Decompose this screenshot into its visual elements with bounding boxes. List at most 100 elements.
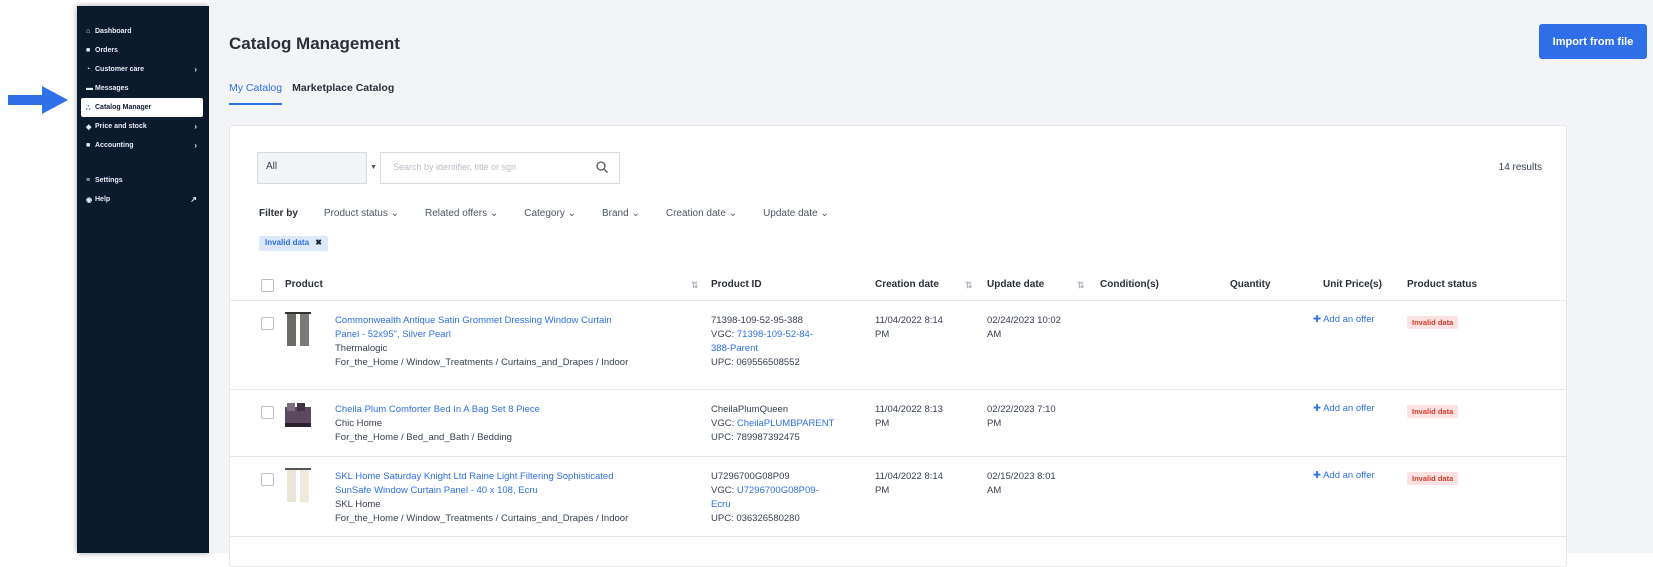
add-offer-button[interactable]: ✚ Add an offer bbox=[1313, 314, 1375, 325]
settings-icon: ≡ bbox=[86, 177, 91, 184]
filter-category[interactable]: Category ⌄ bbox=[524, 208, 576, 219]
sidebar-item-label: Orders bbox=[95, 47, 118, 54]
sort-icon[interactable]: ⇅ bbox=[965, 280, 973, 291]
table-row[interactable]: Cheila Plum Comforter Bed In A Bag Set 8… bbox=[230, 389, 1566, 457]
close-icon[interactable]: ✖ bbox=[315, 238, 322, 247]
product-id: 71398-109-52-95-388 bbox=[711, 315, 803, 326]
product-title-link[interactable]: SKL Home Saturday Knight Ltd Raine Light… bbox=[335, 471, 613, 496]
sidebar-menu: ⌂ Dashboard ■ Orders ◔ Customer care › ▬ Message… bbox=[77, 6, 209, 209]
header-creation-date[interactable]: Creation date bbox=[875, 279, 939, 290]
chevron-right-icon: › bbox=[194, 141, 197, 150]
search-input[interactable]: Search by identifier, title or sgn bbox=[380, 152, 620, 184]
external-link-icon: ↗ bbox=[190, 195, 197, 204]
update-time-suffix: AM bbox=[987, 329, 1002, 340]
row-checkbox[interactable] bbox=[261, 473, 274, 486]
vgc-link[interactable]: U7296700G08P09- bbox=[737, 485, 819, 496]
accounting-icon: ■ bbox=[86, 142, 91, 149]
vgc-link[interactable]: 71398-109-52-84- bbox=[737, 329, 813, 340]
filter-creation-date[interactable]: Creation date ⌄ bbox=[666, 208, 737, 219]
chevron-right-icon: › bbox=[194, 65, 197, 74]
sidebar-item-label: Dashboard bbox=[95, 28, 132, 35]
sidebar-item-catalog-manager[interactable]: ∴ Catalog Manager bbox=[81, 98, 203, 117]
customer-care-icon: ◔ bbox=[86, 66, 91, 73]
filter-label: Update date bbox=[763, 208, 818, 219]
sidebar-item-settings[interactable]: ≡ Settings bbox=[77, 171, 209, 190]
product-title-link[interactable]: Cheila Plum Comforter Bed In A Bag Set 8… bbox=[335, 404, 540, 415]
sidebar-item-customer-care[interactable]: ◔ Customer care › bbox=[77, 60, 209, 79]
status-badge: Invalid data bbox=[1407, 405, 1459, 418]
vgc-label: VGC: bbox=[711, 418, 735, 429]
add-offer-button[interactable]: ✚ Add an offer bbox=[1313, 470, 1375, 481]
sidebar-item-label: Catalog Manager bbox=[95, 104, 152, 111]
sidebar-item-orders[interactable]: ■ Orders bbox=[77, 41, 209, 60]
chevron-down-icon: ▼ bbox=[370, 164, 377, 171]
add-offer-button[interactable]: ✚ Add an offer bbox=[1313, 403, 1375, 414]
row-checkbox[interactable] bbox=[261, 317, 274, 330]
product-title-link[interactable]: Commonwealth Antique Satin Grommet Dress… bbox=[335, 315, 612, 340]
home-icon: ⌂ bbox=[86, 28, 91, 35]
orders-icon: ■ bbox=[86, 47, 91, 54]
tab-my-catalog[interactable]: My Catalog bbox=[229, 82, 283, 105]
plus-icon: ✚ bbox=[1313, 470, 1321, 481]
row-checkbox[interactable] bbox=[261, 406, 274, 419]
catalog-card: All ▼ Search by identifier, title or sgn… bbox=[229, 125, 1567, 567]
upc-value: UPC: 036326580280 bbox=[711, 513, 800, 524]
select-all-checkbox[interactable] bbox=[261, 279, 274, 292]
catalog-icon: ∴ bbox=[86, 104, 91, 112]
vgc-link[interactable]: CheilaPLUMBPARENT bbox=[737, 418, 835, 429]
status-badge: Invalid data bbox=[1407, 316, 1459, 329]
sidebar-item-accounting[interactable]: ■ Accounting › bbox=[77, 136, 209, 155]
filter-label: Category bbox=[524, 208, 565, 219]
scope-select[interactable]: All ▼ bbox=[257, 152, 377, 184]
filter-product-status[interactable]: Product status ⌄ bbox=[324, 208, 399, 219]
tab-marketplace-catalog[interactable]: Marketplace Catalog bbox=[292, 82, 394, 105]
sidebar-item-label: Settings bbox=[95, 177, 123, 184]
vgc-link-line[interactable]: Ecru bbox=[711, 499, 731, 510]
sidebar-item-price-and-stock[interactable]: ◆ Price and stock › bbox=[77, 117, 209, 136]
creation-date: 11/04/2022 8:14 bbox=[875, 315, 943, 326]
search-icon[interactable] bbox=[595, 160, 609, 174]
product-title-line[interactable]: Panel - 52x95", Silver Pearl bbox=[335, 329, 451, 340]
header-update-date[interactable]: Update date bbox=[987, 279, 1044, 290]
header-product-status: Product status bbox=[1407, 279, 1478, 290]
product-id: CheilaPlumQueen bbox=[711, 404, 789, 415]
help-icon: ◉ bbox=[86, 196, 93, 204]
sidebar-item-dashboard[interactable]: ⌂ Dashboard bbox=[77, 22, 209, 41]
search-placeholder: Search by identifier, title or sgn bbox=[393, 162, 517, 172]
status-badge: Invalid data bbox=[1407, 472, 1459, 485]
product-title-line[interactable]: Cheila Plum Comforter Bed In A Bag Set 8… bbox=[335, 404, 540, 415]
table-row[interactable]: SKL Home Saturday Knight Ltd Raine Light… bbox=[230, 456, 1566, 537]
active-filter-chip[interactable]: Invalid data ✖ bbox=[259, 236, 328, 251]
creation-date: 11/04/2022 8:14 bbox=[875, 471, 943, 482]
table-row[interactable]: Commonwealth Antique Satin Grommet Dress… bbox=[230, 300, 1566, 390]
tag-icon: ◆ bbox=[86, 123, 92, 131]
creation-date: 11/04/2022 8:13 bbox=[875, 404, 943, 415]
results-count: 14 results bbox=[1498, 162, 1542, 173]
import-from-file-button[interactable]: Import from file bbox=[1539, 24, 1647, 59]
vgc-link-line[interactable]: 388-Parent bbox=[711, 343, 758, 354]
product-title-line[interactable]: SKL Home Saturday Knight Ltd Raine Light… bbox=[335, 471, 613, 482]
product-category: For_the_Home / Bed_and_Bath / Bedding bbox=[335, 432, 512, 443]
upc-value: UPC: 789987392475 bbox=[711, 432, 800, 443]
filter-brand[interactable]: Brand ⌄ bbox=[602, 208, 640, 219]
sidebar-item-messages[interactable]: ▬ Messages bbox=[77, 79, 209, 98]
sidebar-item-label: Accounting bbox=[95, 142, 134, 149]
product-brand: Thermalogic bbox=[335, 343, 388, 354]
sidebar-item-help[interactable]: ◉ Help ↗ bbox=[77, 190, 209, 209]
sidebar-item-label: Messages bbox=[95, 85, 129, 92]
plus-icon: ✚ bbox=[1313, 314, 1321, 325]
chip-label: Invalid data bbox=[265, 238, 310, 247]
header-product[interactable]: Product bbox=[285, 279, 323, 290]
add-offer-label: Add an offer bbox=[1323, 403, 1375, 414]
filter-related-offers[interactable]: Related offers ⌄ bbox=[425, 208, 498, 219]
sidebar-item-label: Price and stock bbox=[95, 123, 147, 130]
header-product-id: Product ID bbox=[711, 279, 762, 290]
filter-label: Related offers bbox=[425, 208, 488, 219]
sidebar: ⌂ Dashboard ■ Orders ◔ Customer care › ▬ Message… bbox=[77, 6, 209, 553]
filter-update-date[interactable]: Update date ⌄ bbox=[763, 208, 829, 219]
vgc-label: VGC: bbox=[711, 485, 735, 496]
sort-icon[interactable]: ⇅ bbox=[1077, 280, 1085, 291]
sort-icon[interactable]: ⇅ bbox=[691, 280, 699, 291]
product-title-line[interactable]: SunSafe Window Curtain Panel - 40 x 108,… bbox=[335, 485, 538, 496]
product-title-line[interactable]: Commonwealth Antique Satin Grommet Dress… bbox=[335, 315, 612, 326]
